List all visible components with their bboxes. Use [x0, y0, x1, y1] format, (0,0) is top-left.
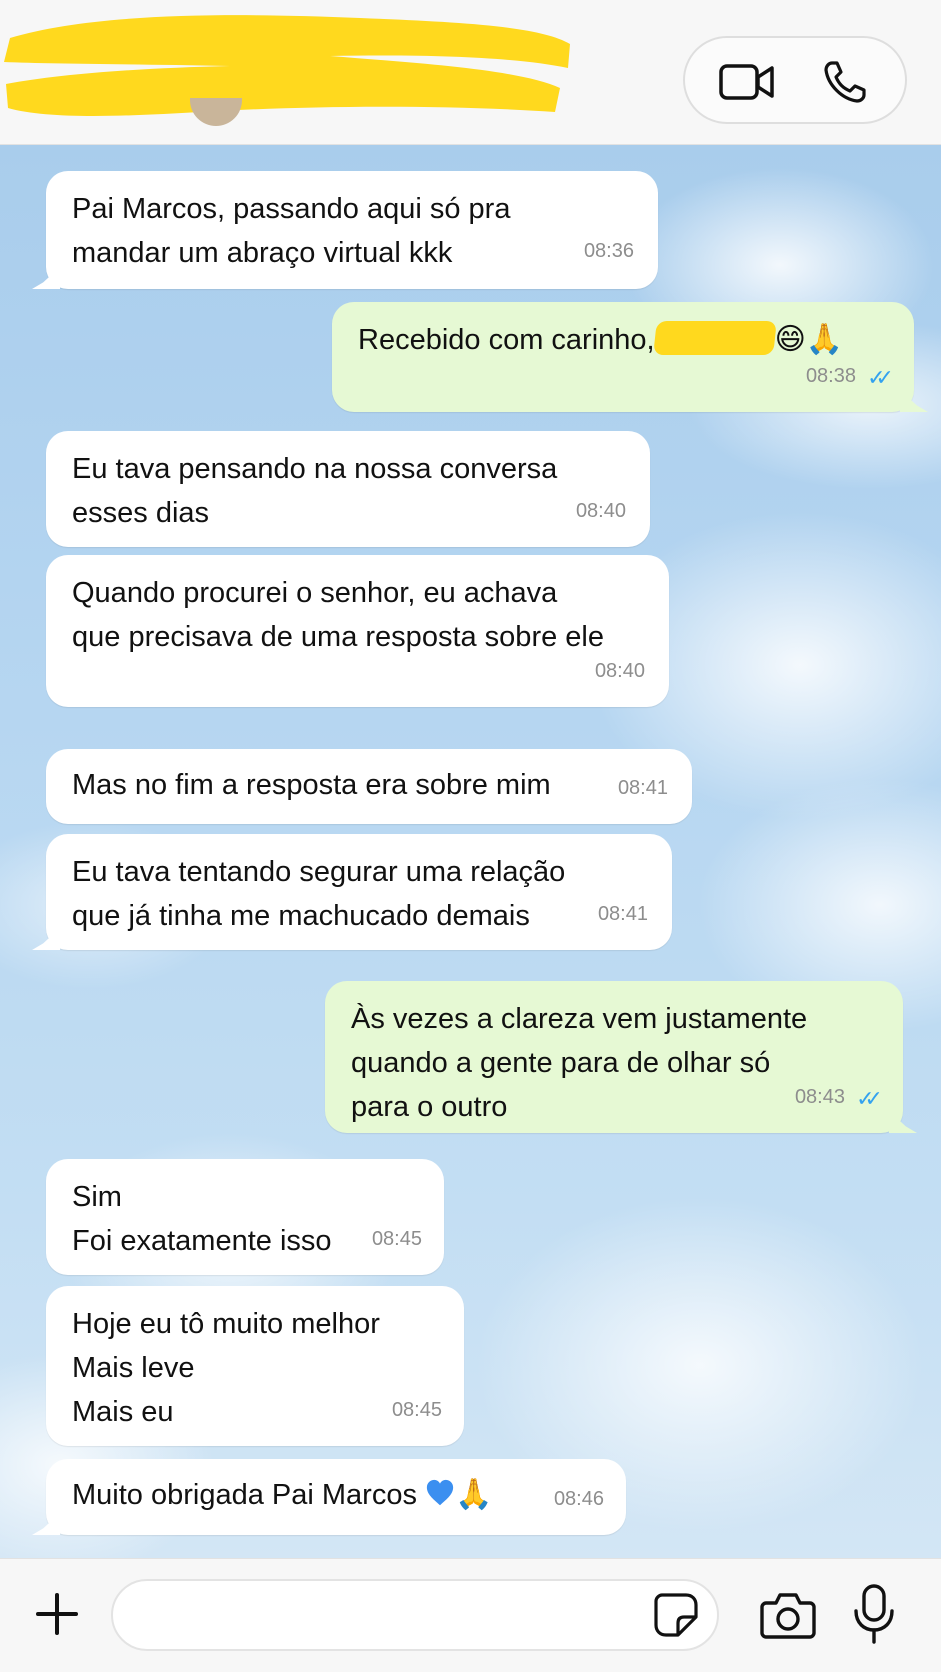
sticker-icon[interactable]: [652, 1591, 700, 1639]
message-text-line: Foi exatamente isso: [72, 1225, 332, 1257]
video-call-button[interactable]: [717, 52, 777, 112]
bubble-tail: [32, 267, 60, 289]
message-timestamp: 08:46: [553, 1488, 604, 1510]
incoming-message[interactable]: Eu tava pensando na nossa conversa esses…: [46, 431, 650, 547]
message-text-line: Hoje eu tô muito melhor: [72, 1308, 380, 1340]
incoming-message[interactable]: Muito obrigada Pai Marcos 🙏 08:46: [32, 1459, 626, 1535]
message-text-line: Mais eu: [72, 1396, 174, 1428]
video-camera-icon: [719, 64, 774, 100]
message-text-line: Pai Marcos, passando aqui só pra: [72, 193, 511, 225]
message-timestamp: 08:36: [583, 240, 634, 262]
message-text: Recebido com carinho,: [358, 324, 655, 356]
camera-icon[interactable]: [760, 1589, 816, 1641]
bubble-tail: [900, 390, 928, 412]
message-composer-bar: [0, 1558, 941, 1672]
chat-messages-area[interactable]: Pai Marcos, passando aqui só pra mandar …: [0, 145, 941, 1558]
pray-emoji: 🙏: [455, 1477, 493, 1512]
message-timestamp: 08:45: [371, 1228, 422, 1250]
message-text-line: Às vezes a clareza vem justamente: [351, 1003, 808, 1035]
read-receipt-icon: ✓✓: [867, 365, 894, 390]
blue-heart-emoji: [426, 1479, 454, 1506]
incoming-message[interactable]: Pai Marcos, passando aqui só pra mandar …: [32, 171, 658, 289]
incoming-message[interactable]: Quando procurei o senhor, eu achava que …: [46, 555, 669, 707]
message-text-line: Sim: [72, 1181, 122, 1213]
voice-call-button[interactable]: [815, 52, 875, 112]
incoming-message[interactable]: Sim Foi exatamente isso 08:45: [46, 1159, 444, 1275]
phone-icon: [824, 61, 866, 103]
message-text-line: Eu tava pensando na nossa conversa: [72, 453, 558, 485]
message-input[interactable]: [111, 1579, 719, 1651]
message-text-line: Quando procurei o senhor, eu achava: [72, 577, 558, 609]
outgoing-message[interactable]: Recebido com carinho, 😄🙏 08:38 ✓✓: [332, 302, 928, 412]
message-timestamp: 08:45: [391, 1399, 442, 1421]
incoming-message[interactable]: Hoje eu tô muito melhor Mais leve Mais e…: [46, 1286, 464, 1446]
redacted-contact-name: [4, 15, 570, 116]
message-timestamp: 08:41: [597, 903, 648, 925]
call-buttons-group: [683, 36, 907, 124]
message-text: Muito obrigada Pai Marcos: [72, 1479, 417, 1511]
read-receipt-icon: ✓✓: [856, 1086, 883, 1111]
bubble-tail: [32, 1513, 60, 1535]
message-timestamp: 08:38: [805, 365, 856, 387]
emoji-grin-pray: 😄🙏: [774, 322, 844, 357]
outgoing-message[interactable]: Às vezes a clareza vem justamente quando…: [325, 981, 917, 1133]
incoming-message[interactable]: Eu tava tentando segurar uma relação que…: [32, 834, 672, 950]
message-text-line: esses dias: [72, 497, 210, 529]
chat-header: [0, 0, 941, 145]
message-timestamp: 08:40: [594, 660, 645, 682]
message-text-line: Mais leve: [72, 1352, 195, 1384]
message-text-line: que precisava de uma resposta sobre ele: [72, 621, 604, 653]
message-timestamp: 08:41: [617, 777, 668, 799]
redacted-name: [652, 321, 777, 355]
message-text-line: Mas no fim a resposta era sobre mim: [72, 769, 551, 801]
plus-icon[interactable]: [30, 1587, 84, 1641]
bubble-tail: [32, 928, 60, 950]
incoming-message[interactable]: Mas no fim a resposta era sobre mim 08:4…: [46, 749, 692, 824]
message-text-line: Eu tava tentando segurar uma relação: [72, 856, 566, 888]
microphone-icon[interactable]: [852, 1583, 896, 1645]
bubble-tail: [889, 1111, 917, 1133]
message-timestamp: 08:40: [575, 500, 626, 522]
message-text-line: mandar um abraço virtual kkk: [72, 237, 453, 269]
message-timestamp: 08:43: [794, 1086, 845, 1108]
message-text-line: que já tinha me machucado demais: [72, 900, 530, 932]
